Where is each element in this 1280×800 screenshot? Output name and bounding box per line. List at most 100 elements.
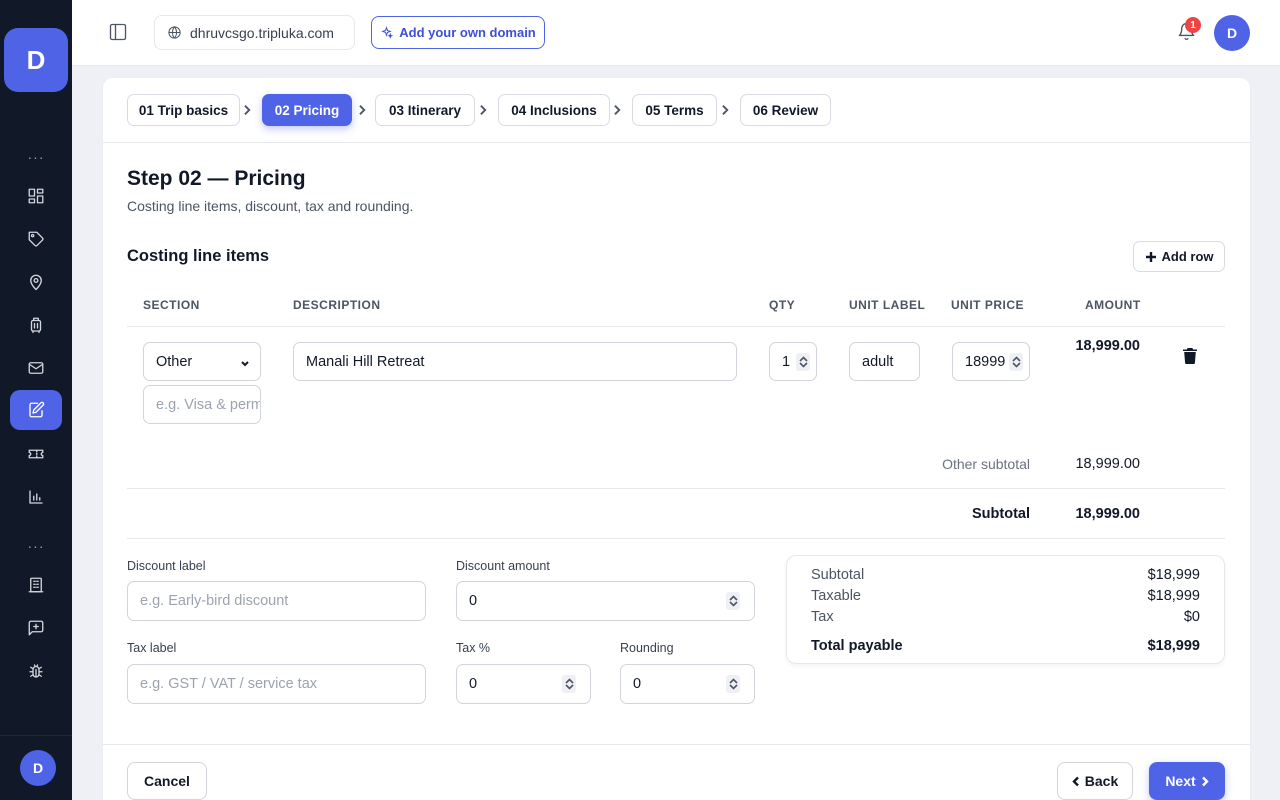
- column-header-amount: AMOUNT: [1085, 298, 1141, 312]
- toggle-sidebar-button[interactable]: [108, 22, 130, 44]
- sidebar-item-trips[interactable]: [10, 305, 62, 345]
- brand-letter: D: [26, 44, 46, 75]
- sidebar: D ··· ··· D: [0, 0, 72, 800]
- section-select[interactable]: Other: [143, 342, 261, 381]
- chevron-right-icon: [721, 103, 731, 117]
- row-amount: 18,999.00: [1075, 338, 1140, 354]
- page-subtitle: Costing line items, discount, tax and ro…: [127, 198, 414, 214]
- user-avatar[interactable]: D: [1214, 15, 1250, 51]
- next-button[interactable]: Next: [1149, 762, 1225, 800]
- description-value: Manali Hill Retreat: [306, 353, 425, 370]
- delete-row-button[interactable]: [1183, 348, 1197, 364]
- sidebar-divider: [0, 735, 72, 736]
- price-summary: Subtotal $18,999 Taxable $18,999 Tax $0 …: [786, 555, 1225, 664]
- mail-icon: [28, 362, 44, 374]
- summary-total-label: Total payable: [811, 638, 903, 654]
- discount-label-input[interactable]: e.g. Early-bird discount: [127, 581, 426, 621]
- column-header-description: DESCRIPTION: [293, 298, 381, 312]
- unit-price-stepper[interactable]: 18999: [952, 342, 1030, 381]
- edit-document-icon: [29, 401, 45, 418]
- notification-badge: 1: [1185, 17, 1201, 33]
- step-itinerary[interactable]: 03 Itinerary: [375, 94, 475, 126]
- summary-tax-value: $0: [1183, 609, 1200, 625]
- step-trip-basics[interactable]: 01 Trip basics: [127, 94, 240, 126]
- bar-chart-icon: [29, 490, 43, 504]
- sidebar-item-dashboard[interactable]: [10, 176, 62, 216]
- back-label: Back: [1084, 773, 1119, 789]
- wizard-steps: 01 Trip basics 02 Pricing 03 Itinerary 0…: [103, 78, 1250, 143]
- domain-display[interactable]: dhruvcsgo.tripluka.com: [154, 15, 355, 50]
- subtotal-divider: [127, 488, 1225, 489]
- cancel-button[interactable]: Cancel: [127, 762, 207, 800]
- footer-divider: [103, 744, 1250, 745]
- qty-stepper[interactable]: 1: [769, 342, 817, 381]
- plus-icon: [1145, 251, 1156, 262]
- sidebar-item-feedback[interactable]: [10, 608, 62, 648]
- spinner-icon[interactable]: [726, 592, 740, 610]
- step-inclusions[interactable]: 04 Inclusions: [498, 94, 610, 126]
- adjustments-divider: [127, 538, 1225, 539]
- ticket-icon: [28, 449, 44, 459]
- sidebar-user-avatar[interactable]: D: [20, 750, 56, 786]
- add-row-button[interactable]: Add row: [1133, 241, 1225, 272]
- sidebar-item-quotes[interactable]: [10, 390, 62, 430]
- brand-logo[interactable]: D: [4, 28, 68, 92]
- more-dots-icon: ···: [27, 149, 45, 165]
- bug-icon: [29, 664, 43, 678]
- sidebar-item-locations[interactable]: [10, 262, 62, 302]
- summary-tax-label: Tax: [811, 609, 834, 625]
- unit-label-input[interactable]: adult: [849, 342, 920, 381]
- map-pin-icon: [30, 274, 42, 291]
- rounding-label: Rounding: [620, 641, 674, 655]
- tax-label-input[interactable]: e.g. GST / VAT / service tax: [127, 664, 426, 704]
- summary-taxable-label: Taxable: [811, 588, 861, 604]
- summary-taxable-value: $18,999: [1147, 588, 1200, 604]
- summary-subtotal-label: Subtotal: [811, 567, 865, 583]
- column-header-unit-price: UNIT PRICE: [951, 298, 1025, 312]
- sidebar-panel-icon: [109, 23, 127, 41]
- tax-percent-value: 0: [469, 676, 478, 692]
- subtotal-label: Subtotal: [972, 506, 1030, 522]
- globe-icon: [168, 26, 181, 39]
- add-domain-button[interactable]: Add your own domain: [371, 16, 545, 49]
- step-review[interactable]: 06 Review: [740, 94, 831, 126]
- qty-value: 1: [782, 353, 791, 370]
- discount-label-placeholder: e.g. Early-bird discount: [140, 593, 289, 609]
- sidebar-item-tickets[interactable]: [10, 434, 62, 474]
- custom-section-placeholder: e.g. Visa & permits: [156, 396, 260, 413]
- chevron-right-icon: [613, 103, 623, 117]
- custom-section-input[interactable]: e.g. Visa & permits: [143, 385, 261, 424]
- sidebar-item-reports[interactable]: [10, 477, 62, 517]
- description-input[interactable]: Manali Hill Retreat: [293, 342, 737, 381]
- chevron-right-icon: [479, 103, 489, 117]
- sidebar-item-organization[interactable]: [10, 565, 62, 605]
- back-button[interactable]: Back: [1057, 762, 1133, 800]
- sidebar-item-mail[interactable]: [10, 348, 62, 388]
- other-subtotal-label: Other subtotal: [942, 456, 1030, 472]
- add-domain-label: Add your own domain: [399, 25, 536, 40]
- tax-percent-label: Tax %: [456, 641, 491, 655]
- step-pricing[interactable]: 02 Pricing: [262, 94, 352, 126]
- more-dots-icon: ···: [27, 538, 45, 554]
- line-items-title: Costing line items: [127, 247, 270, 265]
- discount-amount-value: 0: [469, 593, 478, 609]
- subtotal-value: 18,999.00: [1075, 506, 1140, 522]
- spinner-icon[interactable]: [726, 675, 740, 693]
- sidebar-item-tags[interactable]: [10, 219, 62, 259]
- sidebar-item-debug[interactable]: [10, 651, 62, 691]
- summary-total-value: $18,999: [1147, 638, 1200, 654]
- spinner-icon[interactable]: [796, 352, 810, 371]
- sparkles-icon: [381, 26, 394, 39]
- tax-percent-stepper[interactable]: 0: [456, 664, 591, 704]
- rounding-value: 0: [633, 676, 642, 692]
- column-header-unit-label: UNIT LABEL: [849, 298, 926, 312]
- column-header-qty: QTY: [769, 298, 796, 312]
- discount-amount-stepper[interactable]: 0: [456, 581, 755, 621]
- step-terms[interactable]: 05 Terms: [632, 94, 717, 126]
- spinner-icon[interactable]: [1009, 352, 1023, 371]
- pricing-card: 01 Trip basics 02 Pricing 03 Itinerary 0…: [103, 78, 1250, 800]
- topbar: dhruvcsgo.tripluka.com Add your own doma…: [72, 0, 1280, 66]
- rounding-stepper[interactable]: 0: [620, 664, 755, 704]
- spinner-icon[interactable]: [562, 675, 576, 693]
- summary-subtotal-row: Subtotal $18,999: [811, 567, 1200, 583]
